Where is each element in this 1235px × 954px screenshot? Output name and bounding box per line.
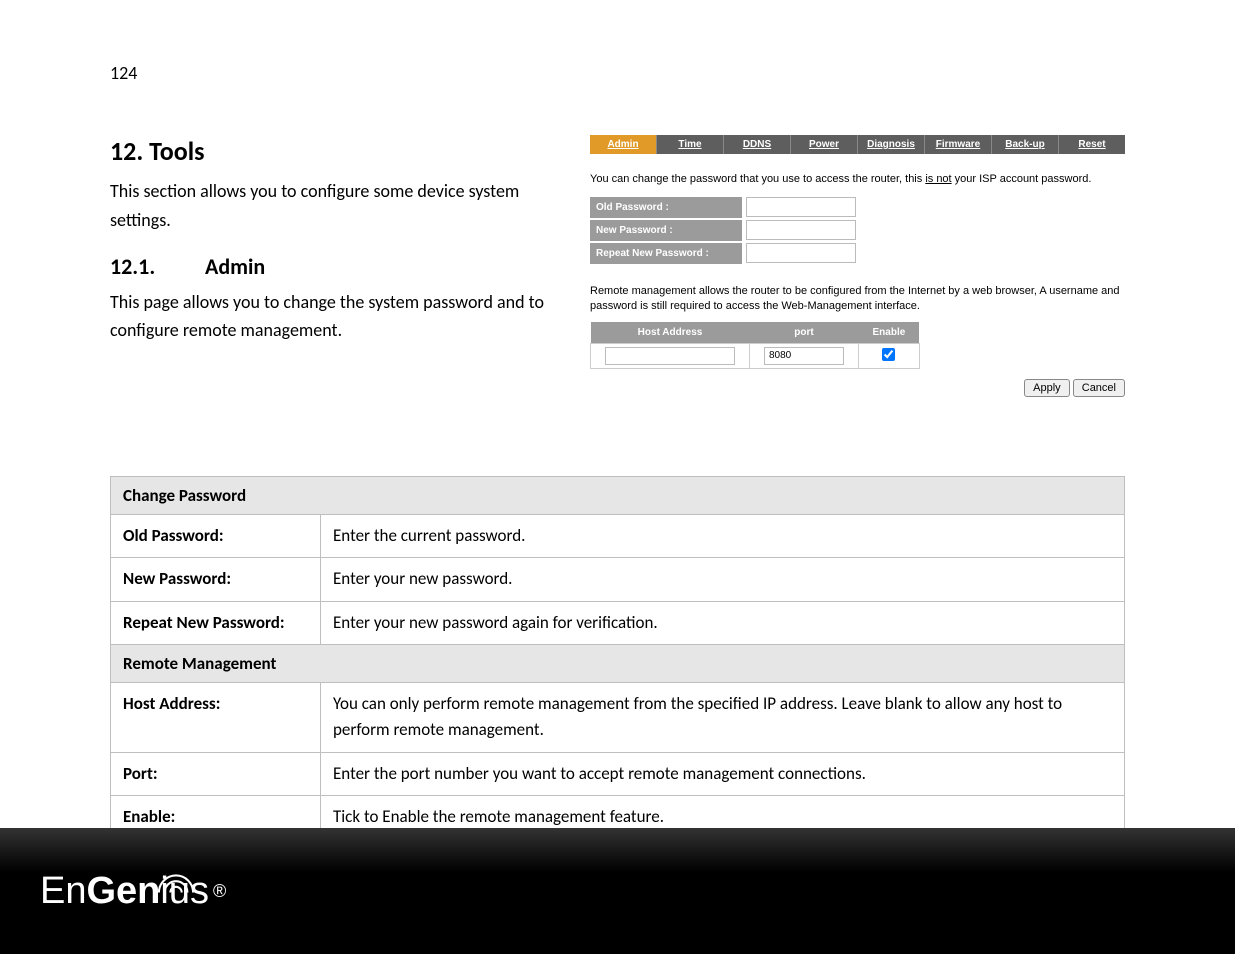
page-footer: EnGenius®	[0, 828, 1235, 954]
logo-registered-icon: ®	[213, 881, 226, 902]
subsection-title: Admin	[205, 253, 265, 280]
desc-new-password-label: New Password:	[111, 558, 321, 601]
remote-header-port: port	[750, 322, 859, 344]
tab-reset[interactable]: Reset	[1059, 135, 1125, 154]
host-address-input[interactable]	[605, 347, 735, 365]
old-password-input[interactable]	[746, 197, 856, 217]
desc-host-address-text: You can only perform remote management f…	[321, 683, 1125, 753]
repeat-password-input[interactable]	[746, 243, 856, 263]
apply-button[interactable]: Apply	[1024, 379, 1070, 397]
new-password-input[interactable]	[746, 220, 856, 240]
tab-row: Admin Time DDNS Power Diagnosis Firmware…	[590, 135, 1125, 154]
remote-header-host: Host Address	[591, 322, 750, 344]
desc-port-text: Enter the port number you want to accept…	[321, 752, 1125, 795]
repeat-password-label: Repeat New Password :	[590, 243, 742, 264]
password-help-text: You can change the password that you use…	[590, 172, 1125, 187]
tab-time[interactable]: Time	[657, 135, 724, 154]
desc-change-password-header: Change Password	[111, 477, 1125, 515]
right-column-screenshot: Admin Time DDNS Power Diagnosis Firmware…	[590, 135, 1125, 397]
enable-checkbox[interactable]	[882, 348, 895, 361]
remote-help-text: Remote management allows the router to b…	[590, 284, 1125, 314]
tab-firmware[interactable]: Firmware	[925, 135, 992, 154]
tab-backup[interactable]: Back-up	[992, 135, 1059, 154]
description-table: Change Password Old Password: Enter the …	[110, 476, 1125, 839]
tab-diagnosis[interactable]: Diagnosis	[858, 135, 925, 154]
old-password-row: Old Password :	[590, 197, 1125, 218]
remote-management-table: Host Address port Enable	[590, 322, 920, 369]
password-block: Old Password : New Password : Repeat New…	[590, 197, 1125, 264]
cancel-button[interactable]: Cancel	[1073, 379, 1125, 397]
remote-header-enable: Enable	[859, 322, 920, 344]
desc-new-password-text: Enter your new password.	[321, 558, 1125, 601]
desc-port-label: Port:	[111, 752, 321, 795]
old-password-label: Old Password :	[590, 197, 742, 218]
section-heading: 12. Tools	[110, 135, 570, 167]
page-number: 124	[110, 62, 137, 84]
subsection-number: 12.1.	[110, 253, 200, 280]
logo-gen: Gen	[86, 870, 160, 913]
desc-old-password-text: Enter the current password.	[321, 515, 1125, 558]
desc-old-password-label: Old Password:	[111, 515, 321, 558]
new-password-row: New Password :	[590, 220, 1125, 241]
help-post: your ISP account password.	[952, 173, 1092, 185]
tab-power[interactable]: Power	[791, 135, 858, 154]
subsection-heading: 12.1. Admin	[110, 253, 570, 280]
left-column: 12. Tools This section allows you to con…	[110, 135, 570, 397]
engenius-logo: EnGenius®	[40, 870, 226, 913]
section-intro: This section allows you to configure som…	[110, 177, 570, 235]
desc-repeat-password-text: Enter your new password again for verifi…	[321, 601, 1125, 644]
content-area: 12. Tools This section allows you to con…	[110, 135, 1125, 397]
desc-host-address-label: Host Address:	[111, 683, 321, 753]
desc-remote-management-header: Remote Management	[111, 645, 1125, 683]
tab-ddns[interactable]: DDNS	[724, 135, 791, 154]
help-pre: You can change the password that you use…	[590, 173, 925, 185]
port-input[interactable]	[764, 347, 844, 365]
desc-repeat-password-label: Repeat New Password:	[111, 601, 321, 644]
wifi-arc-icon	[157, 862, 195, 884]
new-password-label: New Password :	[590, 220, 742, 241]
subsection-intro: This page allows you to change the syste…	[110, 288, 570, 346]
logo-en: En	[40, 870, 86, 913]
description-table-wrap: Change Password Old Password: Enter the …	[110, 476, 1125, 839]
tab-admin[interactable]: Admin	[590, 135, 657, 154]
help-underline: is not	[925, 173, 951, 185]
repeat-password-row: Repeat New Password :	[590, 243, 1125, 264]
button-row: Apply Cancel	[590, 379, 1125, 397]
